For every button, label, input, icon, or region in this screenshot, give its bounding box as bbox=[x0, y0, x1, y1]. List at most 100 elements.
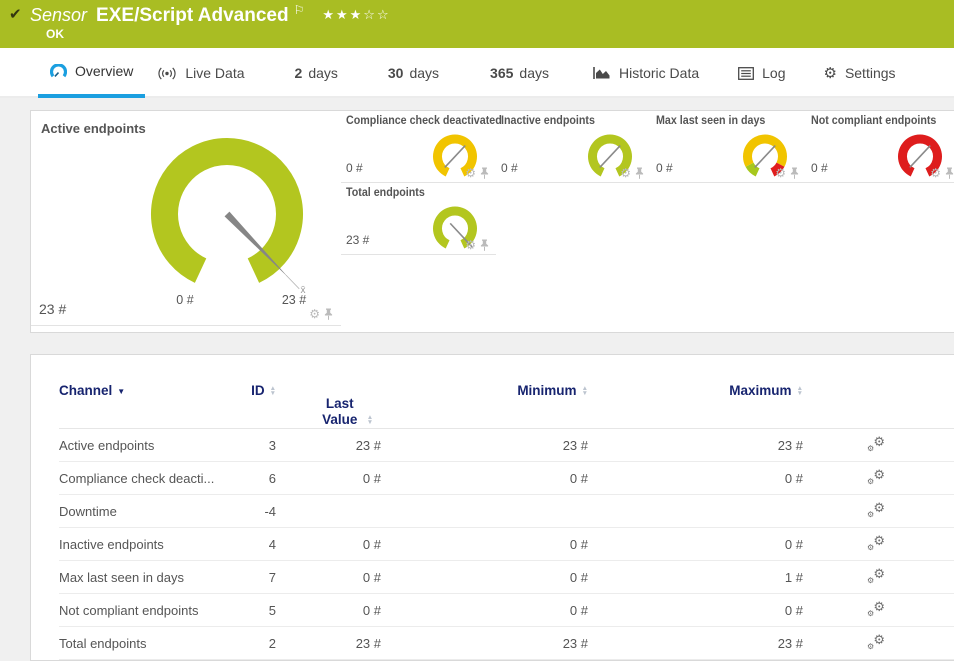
channel-row: Max last seen in days70 #0 #1 #⚙⚙ bbox=[59, 561, 954, 594]
channel-last-value: 23 # bbox=[276, 636, 381, 651]
channel-minimum: 0 # bbox=[381, 603, 588, 618]
column-label: Channel bbox=[59, 383, 112, 398]
column-label: Maximum bbox=[729, 383, 791, 398]
channel-settings-icon[interactable]: ⚙⚙ bbox=[867, 634, 885, 650]
channel-name: Inactive endpoints bbox=[59, 537, 231, 552]
gauge-value: 23 # bbox=[39, 301, 66, 317]
tab-bar: Overview Live Data 2 days 30 days 365 da… bbox=[0, 48, 954, 98]
gauge-title: Total endpoints bbox=[346, 187, 486, 199]
tab-2-days[interactable]: 2 days bbox=[283, 48, 350, 98]
gauge-title: Inactive endpoints bbox=[501, 115, 641, 127]
broadcast-icon bbox=[157, 66, 177, 81]
channel-last-value: 23 # bbox=[276, 438, 381, 453]
tab-overview[interactable]: Overview bbox=[38, 48, 145, 98]
channel-last-value: 0 # bbox=[276, 603, 381, 618]
channel-last-value: 0 # bbox=[276, 570, 381, 585]
pin-icon[interactable] bbox=[324, 308, 333, 320]
svg-text:x̄: x̄ bbox=[301, 285, 306, 296]
gauge-tile: Max last seen in days0 #⚙ bbox=[651, 111, 806, 183]
column-header-maximum[interactable]: Maximum ▲▼ bbox=[588, 383, 803, 428]
pin-icon[interactable] bbox=[945, 167, 954, 179]
priority-stars[interactable]: ★★★☆☆ bbox=[322, 7, 390, 23]
gear-icon[interactable]: ⚙ bbox=[775, 167, 786, 179]
channel-settings-icon[interactable]: ⚙⚙ bbox=[867, 436, 885, 452]
channel-minimum: 23 # bbox=[381, 438, 588, 453]
tab-365-days[interactable]: 365 days bbox=[478, 48, 561, 98]
channel-id: 7 bbox=[231, 570, 276, 585]
tab-settings[interactable]: ⚙ Settings bbox=[811, 48, 907, 98]
gauge-tile: Compliance check deactivated0 #⚙ bbox=[341, 111, 496, 183]
channel-row: Downtime-4⚙⚙ bbox=[59, 495, 954, 528]
channel-maximum: 23 # bbox=[588, 636, 803, 651]
svg-text:0 #: 0 # bbox=[176, 293, 193, 307]
pin-icon[interactable] bbox=[480, 239, 489, 251]
active-endpoints-gauge: 0 #23 #x̄ bbox=[31, 111, 341, 311]
column-header-minimum[interactable]: Minimum ▲▼ bbox=[381, 383, 588, 428]
column-label: Minimum bbox=[517, 383, 576, 398]
column-header-id[interactable]: ID ▲▼ bbox=[231, 383, 276, 428]
gauge-tile-active-endpoints: Active endpoints 0 #23 #x̄ 23 # ⚙ bbox=[31, 111, 341, 326]
channel-name: Active endpoints bbox=[59, 438, 231, 453]
channel-maximum: 0 # bbox=[588, 603, 803, 618]
gauges-panel: Active endpoints 0 #23 #x̄ 23 # ⚙ Compli… bbox=[30, 110, 954, 333]
channel-id: 3 bbox=[231, 438, 276, 453]
gauge-tile: Inactive endpoints0 #⚙ bbox=[496, 111, 651, 183]
channel-settings-icon[interactable]: ⚙⚙ bbox=[867, 469, 885, 485]
pin-icon[interactable] bbox=[480, 167, 489, 179]
tab-label: Settings bbox=[845, 65, 896, 81]
channel-settings-icon[interactable]: ⚙⚙ bbox=[867, 568, 885, 584]
small-gauges: Compliance check deactivated0 #⚙Inactive… bbox=[341, 111, 954, 255]
flag-icon[interactable]: ⚐ bbox=[294, 3, 305, 17]
channel-row: Active endpoints323 #23 #23 #⚙⚙ bbox=[59, 429, 954, 462]
channel-name: Max last seen in days bbox=[59, 570, 231, 585]
tab-number: 365 bbox=[490, 65, 513, 81]
channel-row: Inactive endpoints40 #0 #0 #⚙⚙ bbox=[59, 528, 954, 561]
channel-id: -4 bbox=[231, 504, 276, 519]
tab-30-days[interactable]: 30 days bbox=[376, 48, 451, 98]
channel-row: Not compliant endpoints50 #0 #0 #⚙⚙ bbox=[59, 594, 954, 627]
sort-icon: ▲▼ bbox=[367, 416, 373, 428]
gauge-title: Not compliant endpoints bbox=[811, 115, 951, 127]
channel-minimum: 23 # bbox=[381, 636, 588, 651]
pin-icon[interactable] bbox=[790, 167, 799, 179]
tab-historic-data[interactable]: Historic Data bbox=[581, 48, 711, 98]
channel-maximum: 0 # bbox=[588, 471, 803, 486]
column-label: ID bbox=[251, 383, 265, 398]
channel-minimum: 0 # bbox=[381, 570, 588, 585]
gear-icon[interactable]: ⚙ bbox=[465, 167, 476, 179]
column-label: Last Value bbox=[318, 396, 362, 428]
channel-settings-icon[interactable]: ⚙⚙ bbox=[867, 601, 885, 617]
gear-icon: ⚙ bbox=[823, 66, 836, 81]
content-area: Active endpoints 0 #23 #x̄ 23 # ⚙ Compli… bbox=[0, 98, 954, 661]
gear-icon[interactable]: ⚙ bbox=[465, 239, 476, 251]
gauge-value: 0 # bbox=[656, 161, 673, 175]
channel-row: Compliance check deacti...60 #0 #0 #⚙⚙ bbox=[59, 462, 954, 495]
channel-settings-icon[interactable]: ⚙⚙ bbox=[867, 502, 885, 518]
channel-last-value: 0 # bbox=[276, 537, 381, 552]
tab-live-data[interactable]: Live Data bbox=[145, 48, 256, 98]
column-header-channel[interactable]: Channel ▼ bbox=[59, 383, 231, 428]
tab-label: days bbox=[519, 65, 549, 81]
pin-icon[interactable] bbox=[635, 167, 644, 179]
tab-number: 30 bbox=[388, 65, 404, 81]
gear-icon[interactable]: ⚙ bbox=[309, 308, 320, 320]
column-header-last-value[interactable]: Last Value ▲▼ bbox=[276, 383, 381, 428]
tab-label: Historic Data bbox=[619, 65, 699, 81]
channel-id: 6 bbox=[231, 471, 276, 486]
tab-label: days bbox=[409, 65, 439, 81]
channel-minimum: 0 # bbox=[381, 471, 588, 486]
gauge-tile: Total endpoints23 #⚙ bbox=[341, 183, 496, 255]
tab-log[interactable]: Log bbox=[726, 48, 797, 98]
channel-maximum: 1 # bbox=[588, 570, 803, 585]
channel-maximum: 23 # bbox=[588, 438, 803, 453]
tab-label: Log bbox=[762, 65, 785, 81]
channel-settings-icon[interactable]: ⚙⚙ bbox=[867, 535, 885, 551]
gauge-value: 0 # bbox=[811, 161, 828, 175]
gauge-tile: Not compliant endpoints 0 # ⚙ bbox=[806, 111, 954, 183]
channel-id: 2 bbox=[231, 636, 276, 651]
gear-icon[interactable]: ⚙ bbox=[620, 167, 631, 179]
channel-id: 4 bbox=[231, 537, 276, 552]
gear-icon[interactable]: ⚙ bbox=[930, 167, 941, 179]
tab-label: days bbox=[308, 65, 338, 81]
channels-table: Channel ▼ ID ▲▼ Last Value ▲▼ Minimum ▲▼… bbox=[30, 354, 954, 661]
